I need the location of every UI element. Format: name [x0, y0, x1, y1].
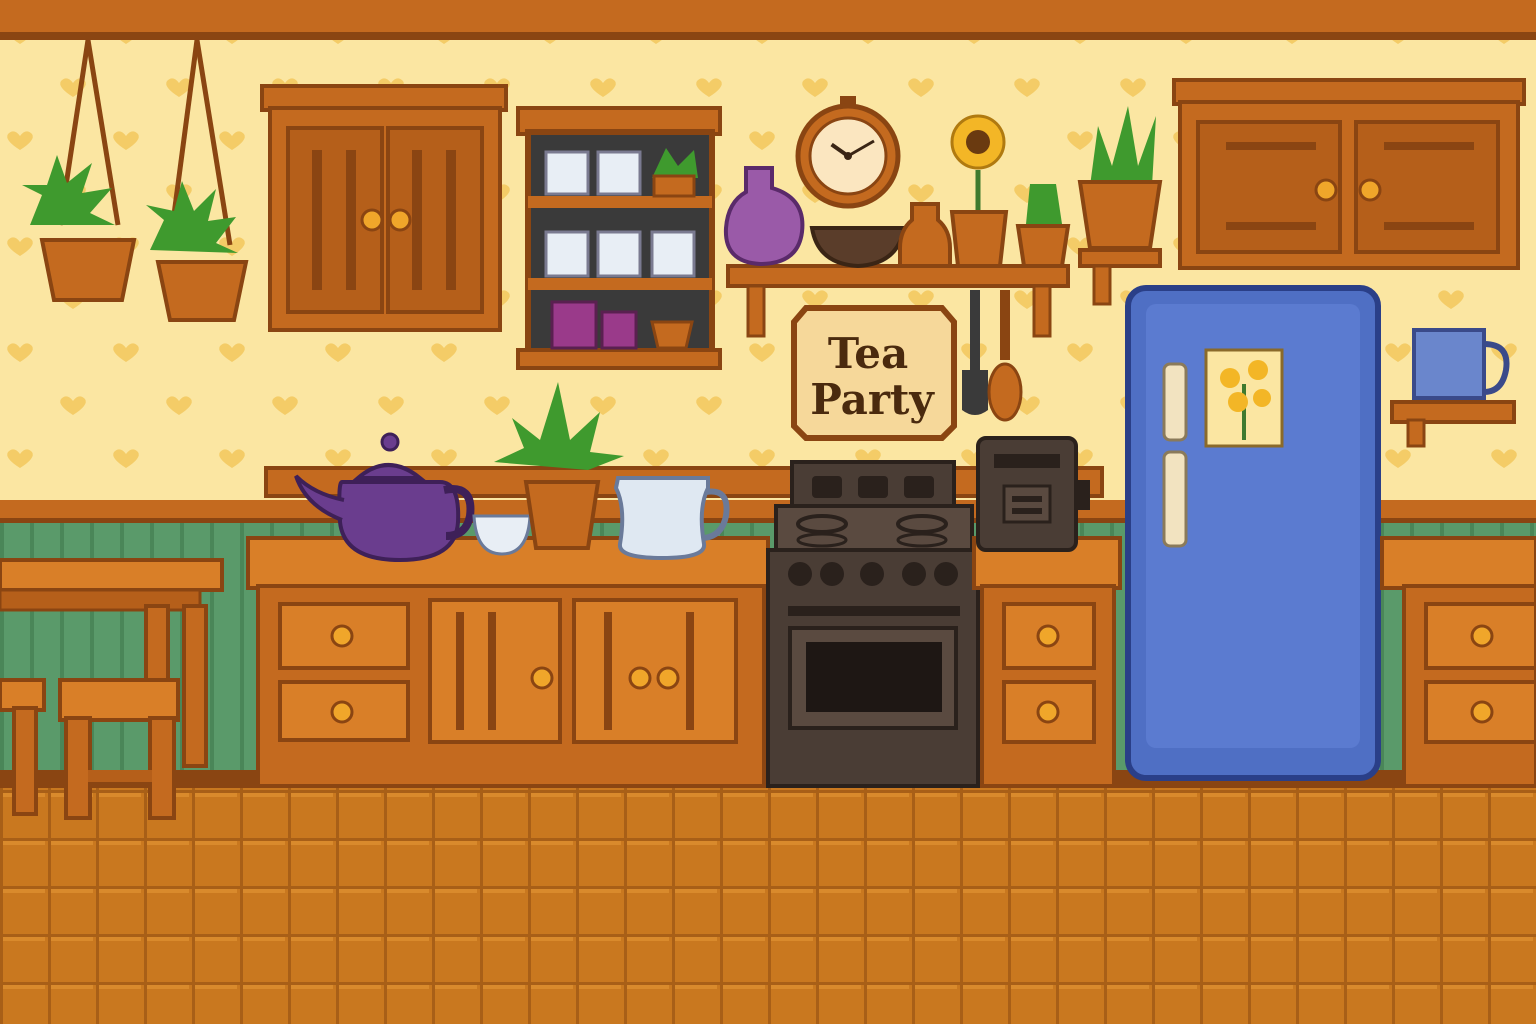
toaster-icon[interactable] [976, 436, 1090, 552]
sign-line-2: Party [810, 375, 935, 424]
cup-shelf-icon [516, 106, 722, 370]
floor [0, 770, 1536, 1024]
fridge-handle[interactable] [1162, 362, 1188, 442]
kitchen-scene: Tea Party [0, 0, 1536, 1024]
right-counter [1380, 536, 1536, 788]
cabinet-door[interactable] [572, 598, 738, 744]
side-counter [972, 536, 1122, 788]
fridge-icon[interactable] [1125, 285, 1381, 781]
sign-line-1: Tea [828, 329, 908, 378]
tea-party-sign: Tea Party [791, 305, 957, 441]
fridge-handle[interactable] [1162, 450, 1188, 548]
cabinet-icon[interactable] [260, 84, 508, 332]
cabinet-icon[interactable] [1172, 78, 1526, 270]
stove-icon[interactable] [766, 460, 980, 788]
counter [246, 536, 770, 788]
